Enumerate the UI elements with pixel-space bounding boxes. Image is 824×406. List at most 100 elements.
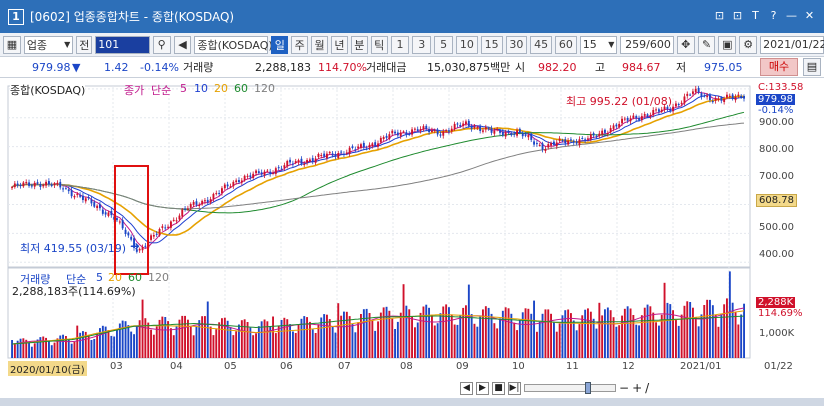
interval-5[interactable]: 5 — [434, 35, 453, 54]
interval-10[interactable]: 10 — [455, 35, 478, 54]
volume-bar — [507, 308, 510, 358]
volume-pct: 114.70% — [318, 60, 367, 74]
candle — [62, 188, 64, 190]
help-icon[interactable]: ? — [767, 9, 780, 22]
period-day[interactable]: 일 — [271, 35, 289, 54]
interval-select[interactable]: 15 ▼ — [579, 35, 618, 54]
candle — [311, 158, 314, 162]
volume-bar — [587, 308, 589, 358]
volume-bar — [490, 313, 493, 358]
search-icon[interactable]: ⚲ — [152, 35, 171, 54]
period-year[interactable]: 년 — [330, 35, 348, 54]
volume-value: 2,288,183 — [255, 60, 311, 74]
volume-bar — [82, 331, 84, 358]
candle — [11, 187, 13, 189]
volume-bar — [675, 319, 677, 358]
candle — [621, 118, 623, 124]
candle — [22, 182, 25, 187]
volume-bar — [456, 324, 459, 358]
buy-button[interactable]: 매수 — [760, 58, 798, 76]
volume-bar — [496, 328, 499, 358]
scroll-controls: ◀ ▶ ■ ▶| − + / — [460, 381, 649, 395]
candle — [175, 220, 178, 222]
draw-icon[interactable]: ✎ — [697, 35, 716, 54]
volume-bar — [544, 309, 547, 358]
speaker-icon[interactable]: ◀ — [173, 35, 192, 54]
tool-icon[interactable]: ✥ — [676, 35, 695, 54]
candle — [510, 133, 513, 136]
volume-bar — [274, 333, 277, 358]
prev-button[interactable]: 전 — [76, 35, 93, 54]
volume-bar — [19, 338, 22, 358]
period-minute[interactable]: 분 — [350, 35, 368, 54]
candle — [343, 153, 345, 155]
font-icon[interactable]: T — [749, 9, 762, 22]
volume-bar — [334, 332, 337, 358]
layout-icon[interactable]: ⊡ — [731, 9, 744, 22]
candle — [601, 130, 604, 135]
volume-bar — [567, 309, 570, 358]
candle — [212, 193, 215, 199]
volume-bar — [218, 322, 221, 358]
candle — [33, 182, 36, 187]
name-input[interactable]: 종합(KOSDAQ) — [194, 35, 273, 54]
gear-icon[interactable]: ⚙ — [739, 35, 758, 54]
volume-bar — [677, 325, 680, 358]
xtick-09: 09 — [456, 361, 469, 372]
list-icon[interactable]: ▤ — [803, 58, 821, 76]
close-button[interactable]: ✕ — [803, 9, 816, 22]
interval-15[interactable]: 15 — [480, 35, 503, 54]
interval-60[interactable]: 60 — [555, 35, 577, 54]
candle — [337, 153, 340, 158]
candle — [598, 133, 601, 136]
candle — [431, 130, 433, 132]
market-select[interactable]: 업종 ▼ — [23, 35, 74, 54]
candle — [260, 172, 263, 175]
candle — [453, 123, 456, 129]
fast-forward-icon[interactable]: ▶| — [508, 381, 521, 395]
volume-bar — [726, 298, 728, 358]
interval-3[interactable]: 3 — [412, 35, 432, 54]
zoom-slider-thumb[interactable] — [585, 382, 591, 394]
candle — [360, 144, 362, 148]
candle — [235, 180, 238, 183]
interval-1[interactable]: 1 — [390, 35, 410, 54]
candle — [711, 101, 714, 103]
zoom-out-button[interactable]: − — [619, 381, 629, 395]
volume-bar — [416, 322, 419, 358]
scroll-right-icon[interactable]: ▶ — [476, 381, 489, 395]
candle — [467, 120, 470, 127]
volume-bar — [127, 325, 130, 358]
date-input[interactable]: 2021/01/22 — [760, 35, 824, 54]
zoom-in-button[interactable]: + — [632, 381, 642, 395]
period-week[interactable]: 주 — [291, 35, 309, 54]
volume-bar — [425, 304, 428, 358]
volume-bar — [504, 307, 507, 358]
candle — [555, 142, 558, 147]
slash-button[interactable]: / — [645, 381, 649, 395]
minimize-button[interactable]: — — [785, 9, 798, 22]
scroll-left-icon[interactable]: ◀ — [460, 381, 473, 395]
candle — [391, 130, 394, 134]
volume-bar — [414, 327, 416, 358]
candle — [442, 131, 445, 136]
chart-area[interactable]: 종합(KOSDAQ) 종가 단순 5 10 20 60 120 최고 995.2… — [0, 78, 824, 406]
volume-bar — [476, 326, 479, 358]
candle — [229, 186, 232, 188]
volume-bar — [195, 327, 198, 358]
stop-icon[interactable]: ■ — [492, 381, 505, 395]
window-titlebar: 1 [0602] 업종종합차트 - 종합(KOSDAQ) ⊡ ⊡ T ? — ✕ — [0, 0, 824, 33]
interval-30[interactable]: 30 — [505, 35, 528, 54]
grid-icon[interactable]: ▦ — [3, 35, 21, 54]
candle — [348, 147, 351, 154]
volume-bar — [323, 314, 326, 358]
save-icon[interactable]: ▣ — [718, 35, 737, 54]
count-field[interactable]: 259 /600 — [620, 35, 674, 54]
zoom-slider[interactable] — [524, 382, 616, 394]
code-input[interactable]: 101 — [95, 35, 150, 54]
period-month[interactable]: 월 — [311, 35, 328, 54]
interval-45[interactable]: 45 — [530, 35, 553, 54]
link-icon[interactable]: ⊡ — [713, 9, 726, 22]
candle — [79, 195, 82, 197]
period-tick[interactable]: 틱 — [370, 35, 388, 54]
